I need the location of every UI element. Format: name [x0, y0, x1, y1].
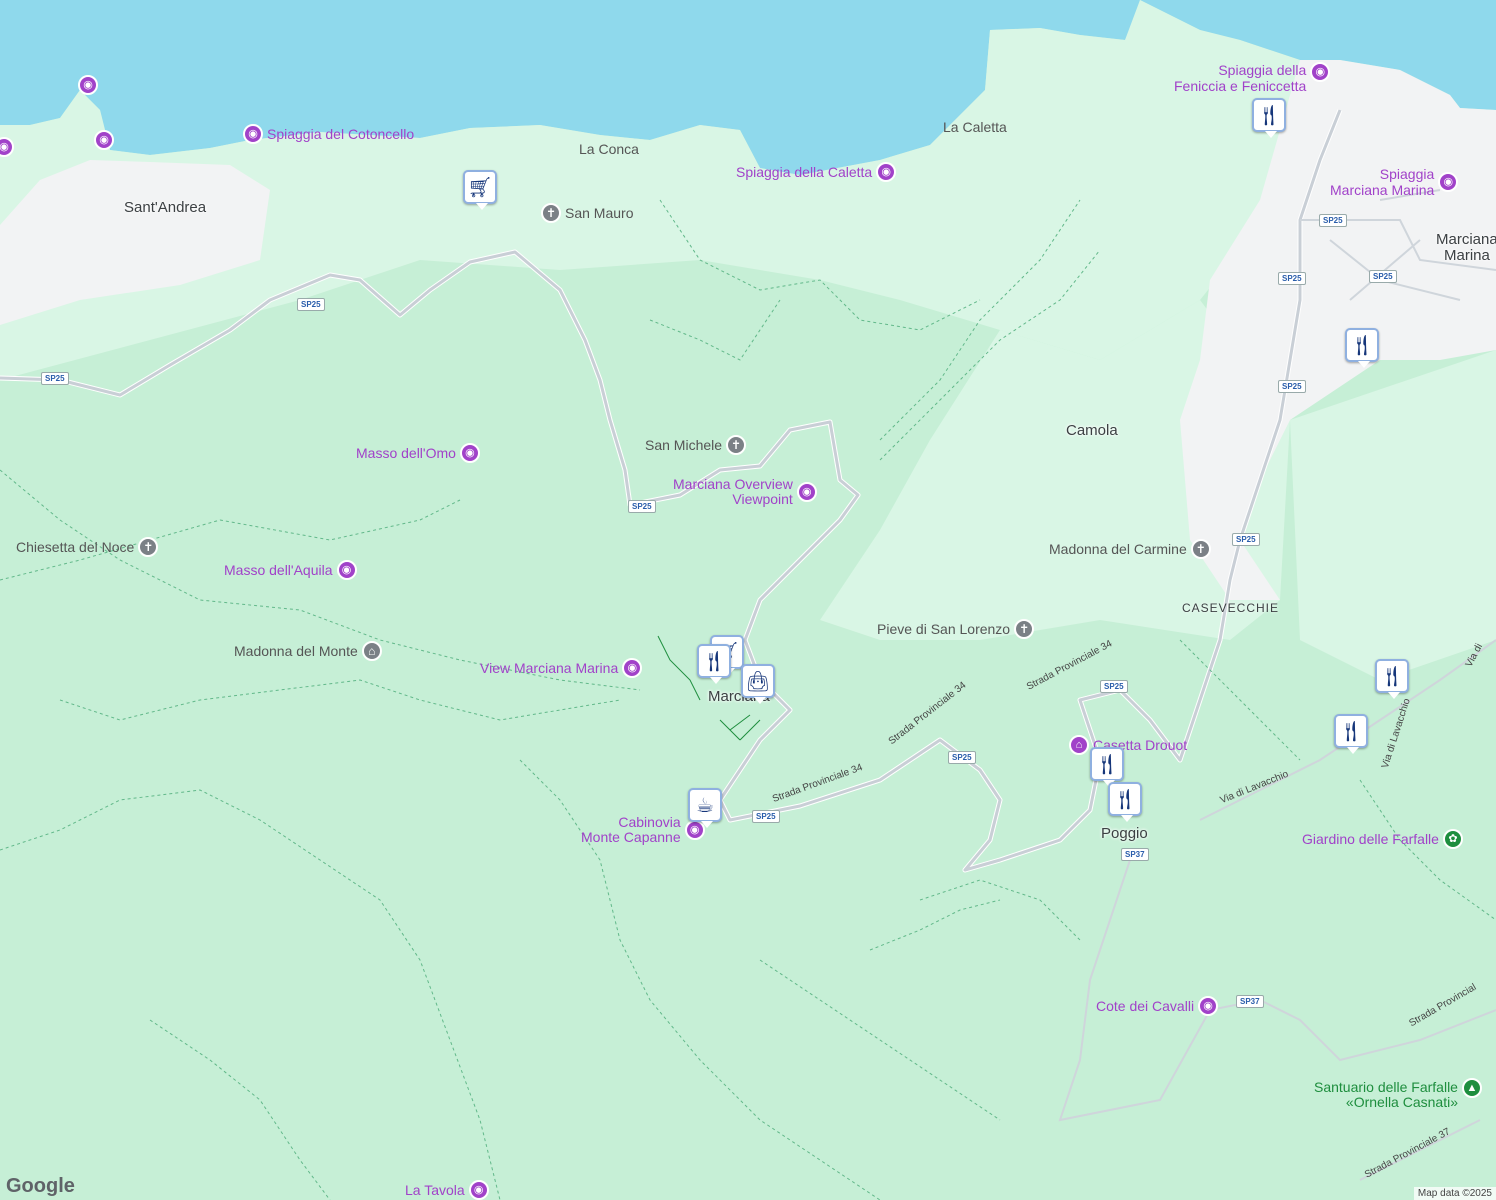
shield-sp25: SP25 [1100, 680, 1128, 693]
cross-icon: ✝ [138, 537, 159, 557]
shield-sp25: SP25 [297, 298, 325, 311]
restaurant-icon: 🍴︎ [701, 650, 727, 673]
poi-santuario-farfalle[interactable]: Santuario delle Farfalle «Ornella Casnat… [1314, 1078, 1482, 1110]
shield-sp25: SP25 [752, 810, 780, 823]
restaurant-icon: 🍴︎ [1338, 720, 1364, 743]
camera-icon: ◉ [876, 162, 897, 182]
restaurant-marker[interactable]: 🍴︎ [1375, 659, 1409, 699]
shopping-bag-icon: 👜︎ [745, 670, 771, 693]
camera-icon: ◉ [1198, 996, 1219, 1016]
shield-sp25: SP25 [948, 751, 976, 764]
cross-icon: ✝ [1014, 619, 1035, 639]
poi-view-marciana-marina[interactable]: View Marciana Marina ◉ [480, 658, 643, 678]
label-la-caletta[interactable]: La Caletta [943, 119, 1007, 135]
poi-camera-edge[interactable]: ◉ [0, 137, 14, 157]
cafe-marker[interactable]: ☕︎ [688, 788, 722, 828]
poi-camera-coast-west[interactable]: ◉ [78, 75, 98, 95]
restaurant-marker[interactable]: 🍴︎ [1334, 714, 1368, 754]
camera-icon: ◉ [0, 137, 14, 157]
place-marciana-marina-line2[interactable]: Marina [1444, 247, 1490, 264]
camera-icon: ◉ [468, 1180, 489, 1200]
restaurant-icon: 🍴︎ [1094, 753, 1120, 776]
map-attribution[interactable]: Map data ©2025 [1413, 1187, 1496, 1200]
label-madonna-del-carmine[interactable]: Madonna del Carmine ✝ [1049, 539, 1211, 559]
poi-la-tavola[interactable]: La Tavola ◉ [405, 1180, 489, 1200]
tree-icon: ▲ [1461, 1078, 1482, 1098]
poi-masso-dell-aquila[interactable]: Masso dell'Aquila ◉ [224, 560, 357, 580]
cross-icon: ✝ [726, 435, 747, 455]
restaurant-icon: 🍴︎ [1349, 334, 1375, 357]
camera-icon: ◉ [94, 130, 114, 150]
shield-sp37: SP37 [1121, 848, 1149, 861]
museum-icon: ⌂ [1069, 735, 1089, 755]
restaurant-marker[interactable]: 🍴︎ [1090, 747, 1124, 787]
camera-icon: ◉ [336, 560, 357, 580]
poi-spiaggia-caletta[interactable]: Spiaggia della Caletta ◉ [736, 162, 897, 182]
poi-cabinovia[interactable]: Cabinovia Monte Capanne ◉ [581, 815, 705, 845]
restaurant-icon: 🍴︎ [1379, 665, 1405, 688]
poi-spiaggia-cotoncello[interactable]: ◉ Spiaggia del Cotoncello [243, 124, 414, 144]
shopping-cart-icon: 🛒︎ [467, 176, 493, 199]
poi-spiaggia-feniccia[interactable]: Spiaggia della Feniccia e Feniccetta ◉ [1174, 62, 1331, 94]
google-logo[interactable]: Google [6, 1175, 75, 1198]
label-san-michele[interactable]: San Michele ✝ [645, 435, 747, 455]
coffee-icon: ☕︎ [696, 794, 714, 817]
poi-marciana-overview[interactable]: Marciana Overview Viewpoint ◉ [673, 477, 817, 507]
shopping-bag-marker[interactable]: 👜︎ [741, 664, 775, 704]
poi-giardino-farfalle[interactable]: Giardino delle Farfalle ✿ [1302, 829, 1463, 849]
cross-icon: ✝ [541, 203, 561, 223]
monument-icon: ⌂ [361, 641, 382, 661]
flower-icon: ✿ [1442, 829, 1463, 849]
place-sant-andrea[interactable]: Sant'Andrea [124, 199, 206, 216]
restaurant-icon: 🍴︎ [1256, 104, 1282, 127]
restaurant-marker[interactable]: 🍴︎ [1108, 782, 1142, 822]
cross-icon: ✝ [1190, 539, 1211, 559]
camera-icon: ◉ [459, 443, 480, 463]
label-la-conca[interactable]: La Conca [579, 141, 639, 157]
poi-casetta-drouot[interactable]: ⌂ Casetta Drouot [1069, 735, 1187, 755]
restaurant-marker[interactable]: 🍴︎ [697, 644, 731, 684]
restaurant-marker[interactable]: 🍴︎ [1252, 98, 1286, 138]
shield-sp25: SP25 [1278, 380, 1306, 393]
camera-icon: ◉ [1310, 62, 1331, 82]
camera-icon: ◉ [1438, 172, 1459, 192]
shield-sp25: SP25 [1278, 272, 1306, 285]
shield-sp25: SP25 [1319, 214, 1347, 227]
label-san-mauro[interactable]: ✝ San Mauro [541, 203, 633, 223]
label-chiesetta-del-noce[interactable]: Chiesetta del Noce ✝ [16, 537, 159, 557]
shield-sp25: SP25 [41, 372, 69, 385]
poi-cote-dei-cavalli[interactable]: Cote dei Cavalli ◉ [1096, 996, 1219, 1016]
label-pieve-di-san-lorenzo[interactable]: Pieve di San Lorenzo ✝ [877, 619, 1035, 639]
camera-icon: ◉ [796, 482, 817, 502]
poi-masso-dell-omo[interactable]: Masso dell'Omo ◉ [356, 443, 480, 463]
shield-sp37: SP37 [1236, 995, 1264, 1008]
shopping-cart-marker[interactable]: 🛒︎ [463, 170, 497, 210]
shield-sp25: SP25 [1369, 270, 1397, 283]
place-casevecchie[interactable]: CASEVECCHIE [1182, 601, 1279, 615]
shield-sp25: SP25 [628, 500, 656, 513]
restaurant-icon: 🍴︎ [1112, 788, 1138, 811]
restaurant-marker[interactable]: 🍴︎ [1345, 328, 1379, 368]
place-poggio[interactable]: Poggio [1101, 825, 1148, 842]
camera-icon: ◉ [243, 124, 263, 144]
poi-camera-coast-west-2[interactable]: ◉ [94, 130, 114, 150]
camera-icon: ◉ [78, 75, 98, 95]
shield-sp25: SP25 [1232, 533, 1260, 546]
poi-spiaggia-marciana-marina[interactable]: Spiaggia Marciana Marina ◉ [1330, 166, 1459, 198]
camera-icon: ◉ [622, 658, 643, 678]
place-camola[interactable]: Camola [1066, 422, 1118, 439]
place-marciana-marina-line1[interactable]: Marciana [1436, 231, 1496, 248]
label-madonna-del-monte[interactable]: Madonna del Monte ⌂ [234, 641, 382, 661]
